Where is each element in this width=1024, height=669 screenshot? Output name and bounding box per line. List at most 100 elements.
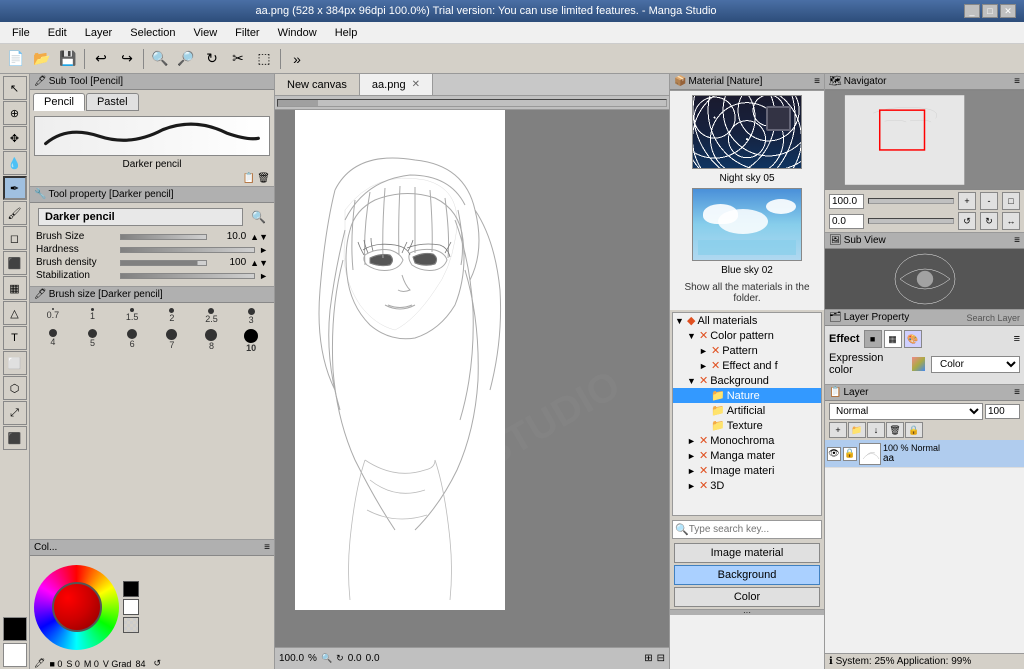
material-search-input[interactable]	[689, 524, 821, 535]
effect-color[interactable]: 🎨	[904, 330, 922, 348]
zoom-in-button[interactable]: 🔍	[148, 47, 172, 71]
nav-fit-btn[interactable]: □	[1002, 192, 1020, 210]
brush-density-spin[interactable]: ▲▼	[250, 258, 268, 268]
lock-layer-btn[interactable]: 🔒	[905, 422, 923, 438]
tree-monochrome[interactable]: ► ✕ Monochroma	[673, 433, 821, 448]
new-layer-btn[interactable]: +	[829, 422, 847, 438]
color-btn[interactable]: Color	[674, 587, 820, 607]
expression-color-select[interactable]: Color Gray Monochrome	[931, 356, 1020, 373]
refresh-icon[interactable]: ↺	[153, 658, 161, 669]
menu-file[interactable]: File	[4, 25, 38, 41]
sub-view-menu[interactable]: ≡	[1014, 235, 1020, 246]
pen-tool[interactable]: ✒	[3, 176, 27, 200]
rotate-icon[interactable]: ↻	[336, 653, 344, 664]
brush-size-10[interactable]: 10	[232, 328, 270, 354]
nav-rotation-slider[interactable]	[868, 218, 954, 224]
foreground-color[interactable]	[3, 617, 27, 641]
navigator-menu[interactable]: ≡	[1014, 76, 1020, 87]
sub-tool-delete-btn[interactable]: 🗑	[257, 173, 270, 184]
undo-button[interactable]: ↩	[89, 47, 113, 71]
effect-menu[interactable]: ≡	[1014, 333, 1020, 345]
canvas-drawing[interactable]	[295, 110, 505, 610]
pencil-tab[interactable]: Pencil	[33, 93, 85, 111]
tree-all-materials[interactable]: ▼ ◆ All materials	[673, 313, 821, 328]
more-button[interactable]: »	[285, 47, 309, 71]
preview-blue-sky[interactable]	[692, 188, 802, 262]
menu-edit[interactable]: Edit	[40, 25, 75, 41]
select-button[interactable]: ⬚	[252, 47, 276, 71]
menu-layer[interactable]: Layer	[77, 25, 121, 41]
tree-color-pattern[interactable]: ▼ ✕ Color pattern	[673, 328, 821, 343]
nav-zoom-out-btn[interactable]: -	[980, 192, 998, 210]
nav-zoom-slider[interactable]	[868, 198, 954, 204]
navigator-preview[interactable]	[825, 90, 1024, 190]
hardness-expand[interactable]: ►	[259, 245, 268, 255]
tree-texture[interactable]: 📁 Texture	[673, 418, 821, 433]
brush-size-1[interactable]: 1	[74, 307, 112, 326]
effect-pattern[interactable]: ▦	[884, 330, 902, 348]
transform-tool2[interactable]: ⤢	[3, 401, 27, 425]
tree-nature[interactable]: 📁 Nature	[673, 388, 821, 403]
eyedropper-tool[interactable]: 💧	[3, 151, 27, 175]
brush-size-15[interactable]: 1.5	[113, 307, 151, 326]
window-controls[interactable]: _ □ ✕	[964, 4, 1016, 18]
layer-lock[interactable]: 🔒	[843, 447, 857, 461]
material-menu[interactable]: ≡	[814, 76, 820, 87]
brush-size-slider[interactable]	[120, 234, 207, 240]
brush-size-6[interactable]: 6	[113, 328, 151, 354]
cursor-tool[interactable]: ↖	[3, 76, 27, 100]
menu-filter[interactable]: Filter	[227, 25, 267, 41]
canvas-grid[interactable]: ⊟	[657, 653, 665, 664]
aa-png-tab[interactable]: aa.png ✕	[360, 74, 433, 95]
layer-header-menu[interactable]: ≡	[1014, 387, 1020, 398]
tree-effect[interactable]: ► ✕ Effect and f	[673, 358, 821, 373]
stabilization-slider[interactable]	[120, 273, 255, 279]
layer-row-aa[interactable]: 👁 🔒 100 % Normal aa	[825, 440, 1024, 468]
stabilization-expand[interactable]: ►	[259, 271, 268, 281]
canvas-scrollbar-top[interactable]	[275, 96, 669, 110]
brush-size-7[interactable]: 7	[153, 328, 191, 354]
sub-tool-copy-btn[interactable]: 📋	[243, 173, 255, 184]
hardness-slider[interactable]	[120, 247, 255, 253]
redo-button[interactable]: ↪	[115, 47, 139, 71]
brush-size-5[interactable]: 5	[74, 328, 112, 354]
nav-zoom-input[interactable]	[829, 194, 864, 209]
select-rect-tool[interactable]: ⬜	[3, 351, 27, 375]
foreground-swatch[interactable]	[123, 581, 139, 597]
new-canvas-tab[interactable]: New canvas	[275, 74, 360, 95]
tree-3d[interactable]: ► ✕ 3D	[673, 478, 821, 493]
layer-mode-select[interactable]: Normal Multiply Screen Overlay	[829, 403, 983, 420]
open-button[interactable]: 📂	[30, 47, 54, 71]
layer-move-tool[interactable]: ⬛	[3, 426, 27, 450]
transform-button[interactable]: ✂	[226, 47, 250, 71]
search-icon[interactable]: 🔍	[251, 210, 266, 224]
save-button[interactable]: 💾	[56, 47, 80, 71]
menu-selection[interactable]: Selection	[122, 25, 183, 41]
nav-flip-btn[interactable]: ↔	[1002, 212, 1020, 230]
zoom-tool[interactable]: ⊕	[3, 101, 27, 125]
brush-size-07[interactable]: 0.7	[34, 307, 72, 326]
pastel-tab[interactable]: Pastel	[86, 93, 139, 111]
brush-size-4[interactable]: 4	[34, 328, 72, 354]
zoom-controls[interactable]: 🔍	[321, 653, 332, 664]
gradient-tool[interactable]: ▦	[3, 276, 27, 300]
brush-size-2[interactable]: 2	[153, 307, 191, 326]
eraser-tool[interactable]: ◻	[3, 226, 27, 250]
text-tool[interactable]: T	[3, 326, 27, 350]
layer-visibility-eye[interactable]: 👁	[827, 447, 841, 461]
tree-pattern[interactable]: ► ✕ Pattern	[673, 343, 821, 358]
background-btn[interactable]: Background	[674, 565, 820, 585]
zoom-out-button[interactable]: 🔎	[174, 47, 198, 71]
brush-size-8[interactable]: 8	[193, 328, 231, 354]
tree-image-material[interactable]: ► ✕ Image materi	[673, 463, 821, 478]
move-tool[interactable]: ✥	[3, 126, 27, 150]
merge-layer-btn[interactable]: ↓	[867, 422, 885, 438]
nav-rotate-ccw[interactable]: ↺	[958, 212, 976, 230]
brush-size-spin[interactable]: ▲▼	[250, 232, 268, 242]
aa-png-close[interactable]: ✕	[412, 79, 420, 90]
tree-artificial[interactable]: 📁 Artificial	[673, 403, 821, 418]
shape-tool[interactable]: △	[3, 301, 27, 325]
color-panel-menu[interactable]: ≡	[264, 542, 270, 553]
canvas-content[interactable]: MANGA STUDIO	[275, 110, 669, 647]
menu-view[interactable]: View	[186, 25, 226, 41]
